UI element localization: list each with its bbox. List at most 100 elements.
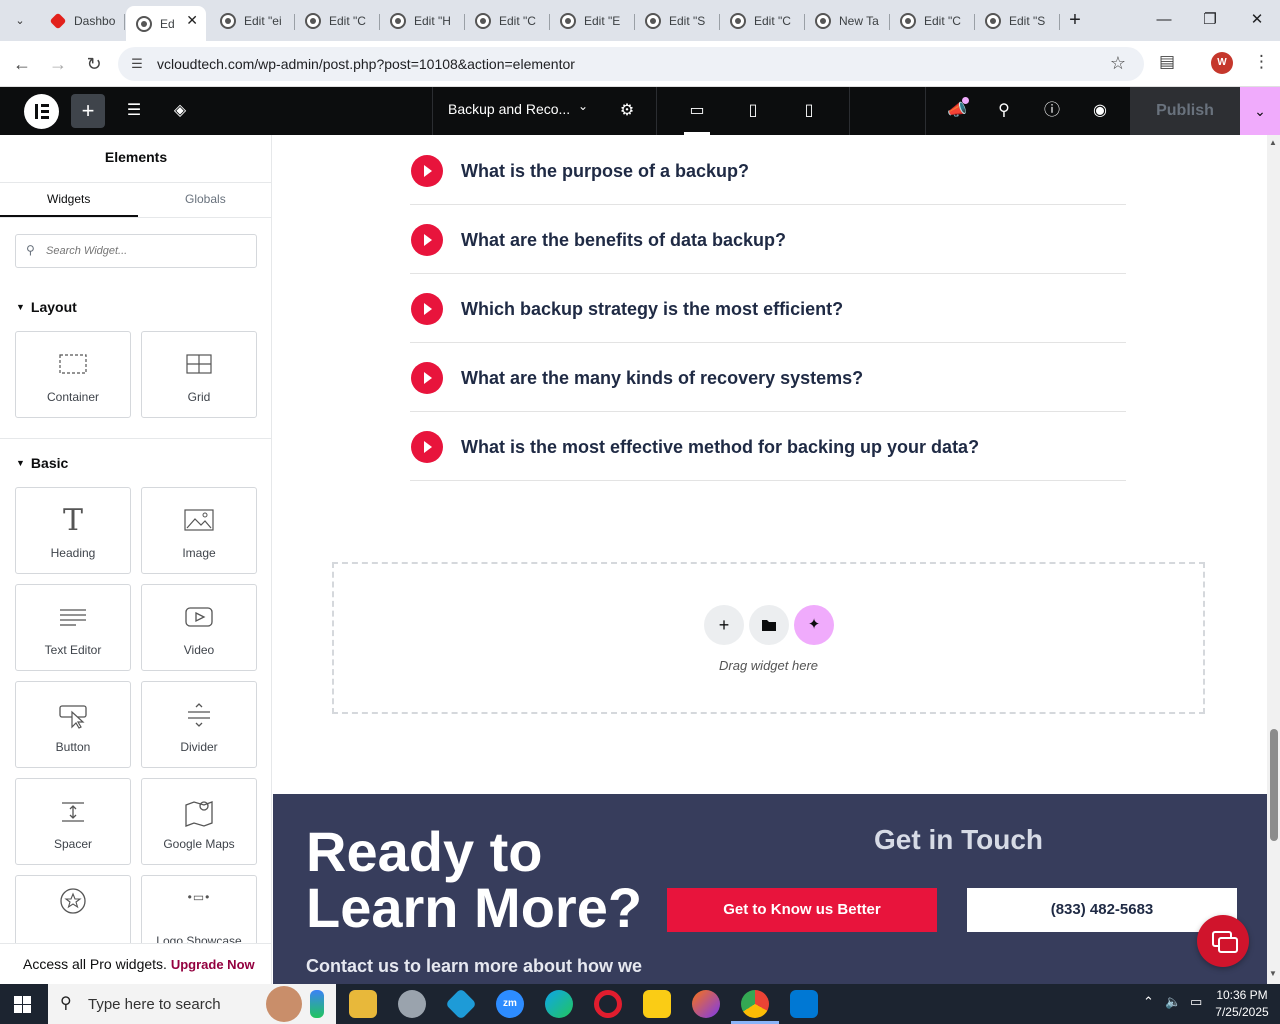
file-explorer-icon[interactable] <box>349 990 377 1018</box>
browser-tab-active[interactable]: Ed ✕ <box>126 6 206 41</box>
elementor-logo-icon[interactable] <box>24 94 59 129</box>
browser-tab[interactable]: Edit "S <box>635 6 720 36</box>
browser-tab[interactable]: Edit "ei <box>210 6 295 36</box>
wordpress-icon <box>560 13 576 29</box>
tab-globals[interactable]: Globals <box>185 192 226 206</box>
browser-tab[interactable]: Edit "C <box>720 6 805 36</box>
browser-tab[interactable]: Dashbo <box>40 6 125 36</box>
scrollbar-thumb[interactable] <box>1270 729 1278 841</box>
publish-options-chevron-icon[interactable]: ⌄ <box>1240 87 1280 135</box>
sticky-notes-icon[interactable] <box>643 990 671 1018</box>
cta-heading-line: Ready to <box>306 820 543 883</box>
canvas-scrollbar[interactable]: ▲ ▼ <box>1267 135 1280 984</box>
tab-widgets[interactable]: Widgets <box>47 192 90 206</box>
show-hidden-icons-chevron-icon[interactable]: ⌃ <box>1143 994 1154 1010</box>
site-settings-sliders-icon[interactable]: ☰ <box>122 99 146 123</box>
diamond-app-icon[interactable] <box>445 988 477 1020</box>
add-element-button[interactable]: + <box>71 94 105 128</box>
dna-helix-icon[interactable] <box>310 990 324 1018</box>
faq-item[interactable]: Which backup strategy is the most effici… <box>410 274 1126 343</box>
template-library-folder-icon[interactable] <box>749 605 789 645</box>
chevron-down-icon[interactable]: ⌄ <box>578 99 588 113</box>
page-settings-gear-icon[interactable]: ⚙ <box>615 99 639 123</box>
chrome-browser-icon[interactable] <box>731 990 779 1024</box>
publish-button[interactable]: Publish <box>1130 87 1240 135</box>
upgrade-now-link[interactable]: Upgrade Now <box>171 957 255 972</box>
browser-tab[interactable]: Edit "H <box>380 6 465 36</box>
ai-sparkle-icon[interactable]: ✦ <box>794 605 834 645</box>
satellite-app-icon[interactable] <box>398 990 426 1018</box>
faq-question: What are the many kinds of recovery syst… <box>461 368 864 388</box>
minimize-button[interactable]: — <box>1152 8 1176 32</box>
widget-image[interactable]: Image <box>141 487 257 574</box>
widget-search-input[interactable] <box>46 241 246 261</box>
clock-date: 7/25/2025 <box>1215 1005 1269 1019</box>
faq-item[interactable]: What are the benefits of data backup? <box>410 205 1126 274</box>
browser-tab[interactable]: Edit "C <box>890 6 975 36</box>
faq-item[interactable]: What are the many kinds of recovery syst… <box>410 343 1126 412</box>
document-title[interactable]: Backup and Reco... <box>448 101 570 117</box>
widget-heading[interactable]: T Heading <box>15 487 131 574</box>
phone-button[interactable]: (833) 482-5683 <box>967 888 1237 932</box>
browser-menu-icon[interactable]: ⋮ <box>1253 52 1270 72</box>
category-layout[interactable]: ▼ Layout <box>16 299 77 315</box>
widget-container[interactable]: Container <box>15 331 131 418</box>
help-question-icon[interactable]: ⓘ <box>1040 99 1064 123</box>
mobile-phone-icon[interactable]: ▯ <box>797 99 821 123</box>
widget-grid[interactable]: Grid <box>141 331 257 418</box>
faq-item[interactable]: What is the most effective method for ba… <box>410 412 1126 481</box>
edge-browser-icon[interactable] <box>545 990 573 1018</box>
reload-icon[interactable]: ↻ <box>81 51 107 77</box>
widget-button[interactable]: Button <box>15 681 131 768</box>
url-text[interactable]: vcloudtech.com/wp-admin/post.php?post=10… <box>157 56 575 72</box>
tab-label: Edit "C <box>499 14 536 28</box>
opera-browser-icon[interactable] <box>594 990 622 1018</box>
category-basic[interactable]: ▼ Basic <box>16 455 68 471</box>
site-info-icon[interactable]: ☰ <box>128 55 146 73</box>
new-tab-button[interactable]: + <box>1063 8 1087 32</box>
profile-avatar[interactable]: W <box>1211 52 1233 74</box>
browser-tab[interactable]: Edit "S <box>975 6 1060 36</box>
restore-button[interactable]: ❐ <box>1198 8 1222 32</box>
structure-layers-icon[interactable]: ◈ <box>168 99 192 123</box>
back-arrow-icon[interactable]: ← <box>9 51 35 77</box>
tab-search-dropdown-icon[interactable]: ⌄ <box>8 8 32 32</box>
zoom-app-icon[interactable]: zm <box>496 990 524 1018</box>
network-icon[interactable]: ▭ <box>1190 994 1202 1010</box>
close-window-button[interactable]: ✕ <box>1245 8 1269 32</box>
url-bar[interactable]: ☰ vcloudtech.com/wp-admin/post.php?post=… <box>118 47 1144 81</box>
taskbar-clock[interactable]: 10:36 PM 7/25/2025 <box>1210 987 1274 1021</box>
windows-start-icon[interactable] <box>14 996 31 1013</box>
extensions-puzzle-icon[interactable]: ▤ <box>1159 52 1175 72</box>
scroll-down-arrow-icon[interactable]: ▼ <box>1269 969 1277 978</box>
empty-section-dropzone[interactable]: + ✦ Drag widget here <box>332 562 1205 714</box>
bookmark-star-icon[interactable]: ☆ <box>1110 53 1126 74</box>
get-to-know-button[interactable]: Get to Know us Better <box>667 888 937 932</box>
add-section-plus-icon[interactable]: + <box>704 605 744 645</box>
volume-speaker-icon[interactable]: 🔈 <box>1165 994 1181 1010</box>
widget-text-editor[interactable]: Text Editor <box>15 584 131 671</box>
widget-divider[interactable]: Divider <box>141 681 257 768</box>
browser-tab[interactable]: New Ta <box>805 6 890 36</box>
widget-google-maps[interactable]: Google Maps <box>141 778 257 865</box>
preview-eye-icon[interactable]: ◉ <box>1088 99 1112 123</box>
scroll-up-arrow-icon[interactable]: ▲ <box>1269 138 1277 147</box>
firefox-browser-icon[interactable] <box>692 990 720 1018</box>
vscode-icon[interactable] <box>790 990 818 1018</box>
chat-bubble-icon[interactable] <box>1197 915 1249 967</box>
tablet-icon[interactable]: ▯ <box>741 99 765 123</box>
search-icon[interactable]: ⚲ <box>992 99 1016 123</box>
tab-label: Edit "H <box>414 14 451 28</box>
widget-spacer[interactable]: Spacer <box>15 778 131 865</box>
taskbar-search-box[interactable]: ⚲ Type here to search <box>48 984 336 1024</box>
browser-tab[interactable]: Edit "C <box>295 6 380 36</box>
cortana-avatar-icon[interactable] <box>266 986 302 1022</box>
desktop-monitor-icon[interactable]: ▭ <box>685 99 709 123</box>
browser-tab[interactable]: Edit "E <box>550 6 635 36</box>
faq-item[interactable]: What is the purpose of a backup? <box>410 136 1126 205</box>
forward-arrow-icon[interactable]: → <box>45 51 71 77</box>
browser-tab[interactable]: Edit "C <box>465 6 550 36</box>
close-tab-icon[interactable]: ✕ <box>186 12 198 29</box>
widget-video[interactable]: Video <box>141 584 257 671</box>
widget-search[interactable]: ⚲ <box>15 234 257 268</box>
